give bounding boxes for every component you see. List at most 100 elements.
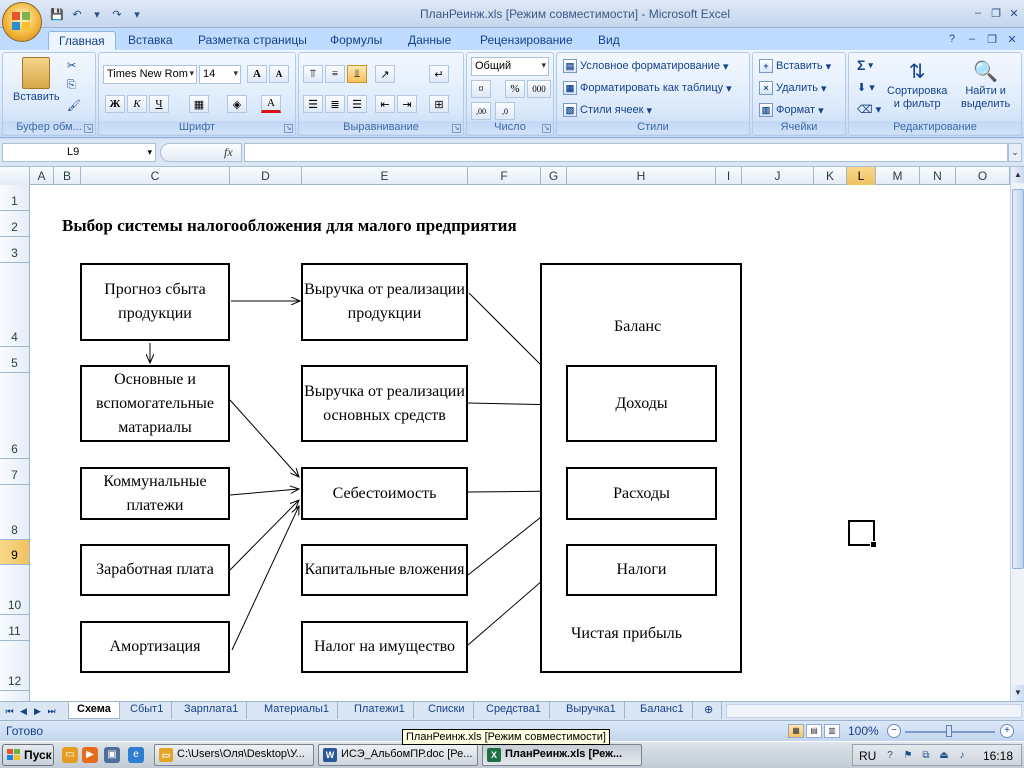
wrap-text-icon[interactable]: ↵	[429, 65, 449, 83]
number-launcher-icon[interactable]: ↘	[542, 124, 551, 133]
horizontal-scrollbar[interactable]	[726, 704, 1022, 718]
antivirus-tray-icon[interactable]: ⚑	[901, 749, 915, 763]
grow-font-button[interactable]: A	[247, 65, 267, 83]
box-capital[interactable]: Капитальные вложения	[301, 544, 468, 596]
vertical-scrollbar[interactable]: ▲ ▼	[1010, 167, 1024, 701]
normal-view-icon[interactable]: ▦	[788, 724, 804, 738]
box-cost[interactable]: Себестоимость	[301, 467, 468, 520]
volume-tray-icon[interactable]: ♪	[955, 749, 969, 763]
redo-dropdown-icon[interactable]: ▾	[128, 5, 146, 23]
decrease-indent-icon[interactable]: ⇤	[375, 95, 395, 113]
sheet-tab[interactable]: Материалы1	[256, 702, 339, 719]
last-sheet-icon[interactable]: ⏭	[45, 704, 58, 718]
format-as-table-button[interactable]: ▦ Форматировать как таблицу ▾	[563, 81, 732, 95]
start-button[interactable]: Пуск	[2, 744, 54, 766]
undo-dropdown-icon[interactable]: ▾	[88, 5, 106, 23]
increase-indent-icon[interactable]: ⇥	[397, 95, 417, 113]
format-painter-icon[interactable]: 🖌	[67, 99, 81, 112]
box-materials[interactable]: Основные и вспомогательные матариалы	[80, 365, 230, 442]
safely-remove-tray-icon[interactable]: ⏏	[937, 749, 951, 763]
font-size-select[interactable]: 14 ▾	[199, 65, 241, 84]
align-right-icon[interactable]: ☰	[347, 95, 367, 113]
bold-button[interactable]: Ж	[105, 95, 125, 113]
page-break-view-icon[interactable]: ▥	[824, 724, 840, 738]
shrink-font-button[interactable]: A	[269, 65, 289, 83]
sheet-tab[interactable]: Баланс1	[632, 702, 693, 719]
ie-quicklaunch-icon[interactable]: e	[128, 747, 144, 763]
zoom-in-icon[interactable]: +	[1000, 724, 1014, 738]
merge-center-icon[interactable]: ⊞	[429, 95, 449, 113]
scroll-up-icon[interactable]: ▲	[1011, 167, 1024, 183]
box-taxes[interactable]: Налоги	[566, 544, 717, 596]
box-forecast[interactable]: Прогноз сбыта продукции	[80, 263, 230, 341]
expand-formula-bar-icon[interactable]: ⌄	[1008, 143, 1022, 162]
task-word[interactable]: W ИСЭ_АльбомПР.doc [Ре...	[318, 744, 478, 766]
font-name-select[interactable]: Times New Rom ▾	[103, 65, 197, 84]
sheet-tab-active[interactable]: Схема	[68, 702, 120, 719]
fill-icon[interactable]: ⬇ ▾	[857, 81, 875, 94]
insert-cells-button[interactable]: + Вставить ▾	[759, 59, 831, 73]
sheet-tab[interactable]: Сбыт1	[122, 702, 173, 719]
orientation-icon[interactable]: ↗	[375, 65, 395, 83]
restore-workbook-icon[interactable]: ❐	[984, 31, 1000, 47]
box-income[interactable]: Доходы	[566, 365, 717, 442]
underline-button[interactable]: Ч	[149, 95, 169, 113]
scroll-thumb[interactable]	[1012, 189, 1024, 569]
worksheet[interactable]: A B C D E F G H I J K L M N O 1 2 3 4 5 …	[0, 167, 1024, 701]
clear-icon[interactable]: ⌫ ▾	[857, 103, 881, 116]
box-revenue-products[interactable]: Выручка от реализации продукции	[301, 263, 468, 341]
sheet-tab[interactable]: Списки	[420, 702, 474, 719]
currency-icon[interactable]: ¤	[471, 80, 491, 98]
find-select-button[interactable]: 🔍 Найти и выделить	[961, 59, 1010, 111]
task-excel[interactable]: X ПланРеинж.xls [Реж...	[482, 744, 642, 766]
explorer-quicklaunch-icon[interactable]: ▭	[62, 747, 78, 763]
undo-icon[interactable]: ↶	[68, 5, 86, 23]
align-top-icon[interactable]: ⫪	[303, 65, 323, 83]
tab-data[interactable]: Данные	[398, 31, 461, 50]
font-color-button[interactable]: А	[261, 95, 281, 113]
first-sheet-icon[interactable]: ⏮	[3, 704, 16, 718]
sheet-tab[interactable]: Платежи1	[346, 702, 414, 719]
zoom-slider-thumb[interactable]	[946, 725, 952, 737]
page-layout-view-icon[interactable]: ▤	[806, 724, 822, 738]
box-depreciation[interactable]: Амортизация	[80, 621, 230, 673]
box-revenue-assets[interactable]: Выручка от реализации основных средств	[301, 365, 468, 442]
sheet-tab[interactable]: Средства1	[478, 702, 550, 719]
tab-review[interactable]: Рецензирование	[470, 31, 583, 50]
align-center-icon[interactable]: ≣	[325, 95, 345, 113]
align-bottom-icon[interactable]: ⫫	[347, 65, 367, 83]
close-button[interactable]: ✕	[1004, 4, 1024, 22]
minimize-workbook-icon[interactable]: –	[964, 31, 980, 47]
prev-sheet-icon[interactable]: ◀	[17, 704, 30, 718]
help-icon[interactable]: ?	[944, 31, 960, 47]
cut-icon[interactable]: ✂	[67, 59, 76, 72]
tab-view[interactable]: Вид	[588, 31, 630, 50]
clipboard-launcher-icon[interactable]: ↘	[84, 124, 93, 133]
box-utilities[interactable]: Коммунальные платежи	[80, 467, 230, 520]
percent-button[interactable]: %	[505, 80, 525, 98]
clock[interactable]: 16:18	[983, 749, 1013, 763]
zoom-out-icon[interactable]: −	[887, 724, 901, 738]
cell-styles-button[interactable]: ▧ Стили ячеек ▾	[563, 103, 652, 117]
insert-function-button[interactable]: fx	[224, 145, 233, 160]
next-sheet-icon[interactable]: ▶	[31, 704, 44, 718]
scroll-down-icon[interactable]: ▼	[1011, 685, 1024, 701]
task-explorer[interactable]: ▭ C:\Users\Оля\Desktop\У...	[154, 744, 314, 766]
align-left-icon[interactable]: ☰	[303, 95, 323, 113]
increase-decimal-icon[interactable]: ,00	[471, 102, 491, 120]
restore-button[interactable]: ❐	[986, 4, 1006, 22]
alignment-launcher-icon[interactable]: ↘	[452, 124, 461, 133]
language-indicator[interactable]: RU	[859, 749, 876, 763]
office-button[interactable]	[2, 2, 42, 42]
insert-sheet-icon[interactable]: ⊕	[700, 702, 722, 719]
tab-insert[interactable]: Вставка	[118, 31, 183, 50]
box-expenses[interactable]: Расходы	[566, 467, 717, 520]
align-middle-icon[interactable]: ≡	[325, 65, 345, 83]
tab-page-layout[interactable]: Разметка страницы	[188, 31, 317, 50]
minimize-button[interactable]: –	[968, 4, 988, 22]
box-salary[interactable]: Заработная плата	[80, 544, 230, 596]
sort-filter-button[interactable]: ⇅ Сортировка и фильтр	[887, 59, 947, 111]
delete-cells-button[interactable]: × Удалить ▾	[759, 81, 827, 95]
italic-button[interactable]: К	[127, 95, 147, 113]
save-icon[interactable]: 💾	[48, 5, 66, 23]
